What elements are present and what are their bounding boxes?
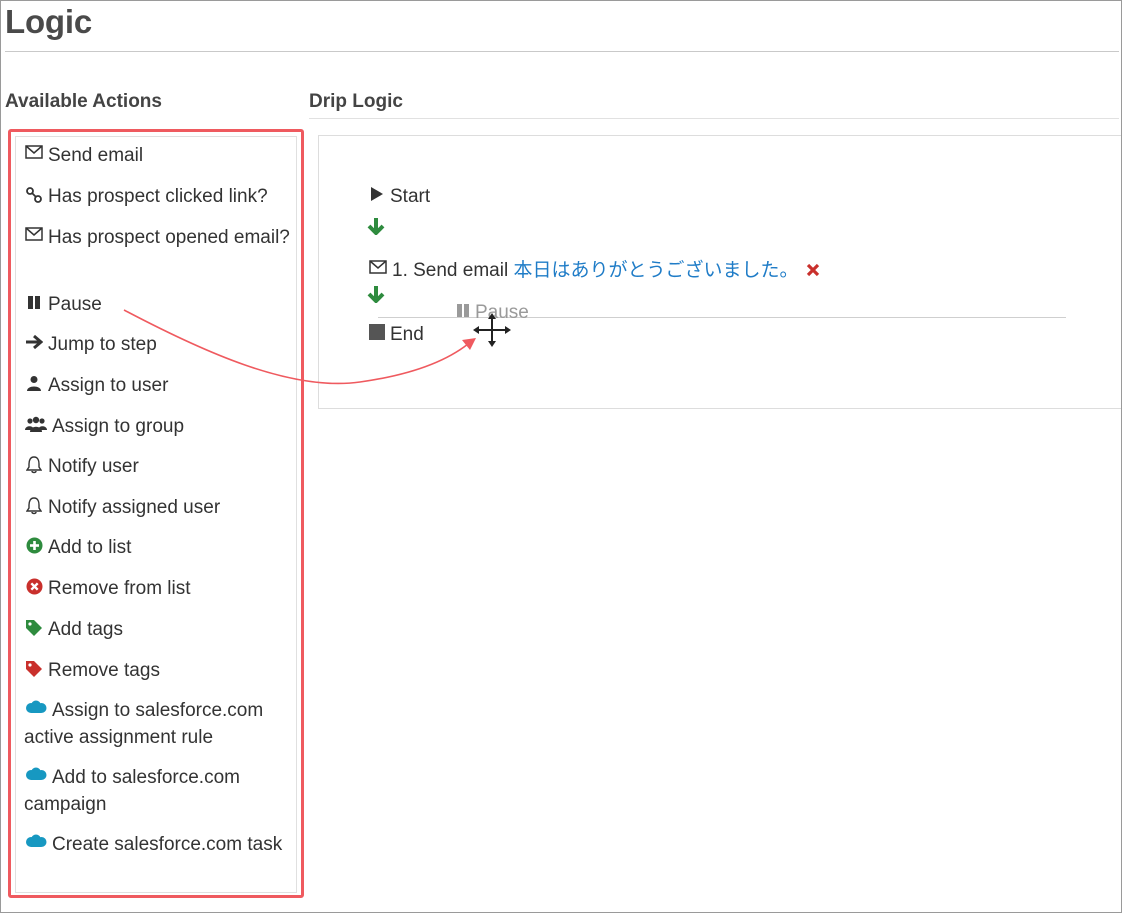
action-notify-assigned-user[interactable]: Notify assigned user bbox=[24, 494, 290, 521]
move-cursor-icon bbox=[473, 313, 511, 352]
cloud-icon bbox=[24, 834, 48, 852]
action-add-to-salesforce-campaign[interactable]: Add to salesforce.com campaign bbox=[24, 764, 290, 818]
action-notify-user[interactable]: Notify user bbox=[24, 453, 290, 480]
arrow-down-icon bbox=[367, 217, 385, 240]
play-icon bbox=[368, 186, 386, 204]
pause-icon bbox=[453, 302, 473, 320]
envelope-icon bbox=[24, 227, 44, 245]
action-label: Add tags bbox=[48, 619, 123, 640]
action-label: Assign to salesforce.com active assignme… bbox=[24, 700, 264, 748]
step-end: End bbox=[368, 324, 424, 346]
start-label: Start bbox=[390, 186, 431, 207]
end-label: End bbox=[390, 324, 424, 345]
action-label: Jump to step bbox=[48, 334, 157, 355]
action-label: Assign to user bbox=[48, 375, 169, 396]
tag-icon bbox=[24, 619, 44, 637]
action-label: Has prospect clicked link? bbox=[48, 186, 268, 207]
delete-step-icon[interactable] bbox=[806, 261, 820, 283]
envelope-icon bbox=[24, 145, 44, 163]
email-template-link[interactable]: 本日はありがとうございました。 bbox=[513, 260, 798, 281]
step-start: Start bbox=[368, 186, 430, 208]
action-label: Remove tags bbox=[48, 660, 160, 681]
bell-icon bbox=[24, 456, 44, 474]
stop-icon bbox=[368, 324, 386, 342]
action-create-salesforce-task[interactable]: Create salesforce.com task bbox=[24, 831, 290, 858]
action-label: Notify assigned user bbox=[48, 497, 221, 518]
cloud-icon bbox=[24, 700, 48, 718]
tag-icon bbox=[24, 660, 44, 678]
action-assign-to-user[interactable]: Assign to user bbox=[24, 372, 290, 399]
link-icon bbox=[24, 186, 44, 204]
drip-logic-heading: Drip Logic bbox=[309, 91, 403, 112]
arrow-right-icon bbox=[24, 334, 44, 352]
action-remove-tags[interactable]: Remove tags bbox=[24, 657, 290, 684]
action-label: Create salesforce.com task bbox=[52, 834, 283, 855]
arrow-down-icon bbox=[367, 285, 385, 308]
available-actions-heading: Available Actions bbox=[5, 91, 162, 112]
action-assign-to-salesforce-rule[interactable]: Assign to salesforce.com active assignme… bbox=[24, 697, 290, 751]
action-jump-to-step[interactable]: Jump to step bbox=[24, 331, 290, 358]
x-circle-icon bbox=[24, 578, 44, 596]
bell-icon bbox=[24, 497, 44, 515]
action-send-email[interactable]: Send email bbox=[24, 142, 290, 169]
action-assign-to-group[interactable]: Assign to group bbox=[24, 413, 290, 440]
action-pause[interactable]: Pause bbox=[24, 291, 290, 318]
action-add-to-list[interactable]: Add to list bbox=[24, 534, 290, 561]
action-label: Assign to group bbox=[52, 416, 185, 437]
action-label: Pause bbox=[48, 294, 102, 315]
users-icon bbox=[24, 416, 48, 434]
page-title: Logic bbox=[5, 3, 92, 40]
action-remove-from-list[interactable]: Remove from list bbox=[24, 575, 290, 602]
cloud-icon bbox=[24, 767, 48, 785]
step-1-send-email[interactable]: 1. Send email 本日はありがとうございました。 bbox=[368, 255, 820, 283]
action-label: Has prospect opened email? bbox=[48, 227, 290, 248]
action-label: Notify user bbox=[48, 456, 139, 477]
envelope-icon bbox=[368, 260, 388, 278]
drip-logic-divider bbox=[309, 118, 1119, 119]
action-add-tags[interactable]: Add tags bbox=[24, 616, 290, 643]
action-has-prospect-opened-email[interactable]: Has prospect opened email? bbox=[24, 224, 290, 251]
pause-icon bbox=[24, 294, 44, 312]
user-icon bbox=[24, 375, 44, 393]
title-divider bbox=[5, 51, 1119, 52]
action-label: Remove from list bbox=[48, 578, 191, 599]
action-has-prospect-clicked-link[interactable]: Has prospect clicked link? bbox=[24, 183, 290, 210]
action-label: Add to list bbox=[48, 537, 132, 558]
plus-circle-icon bbox=[24, 537, 44, 555]
step-1-prefix: 1. Send email bbox=[392, 260, 509, 281]
action-label: Add to salesforce.com campaign bbox=[24, 767, 240, 815]
action-label: Send email bbox=[48, 145, 144, 166]
